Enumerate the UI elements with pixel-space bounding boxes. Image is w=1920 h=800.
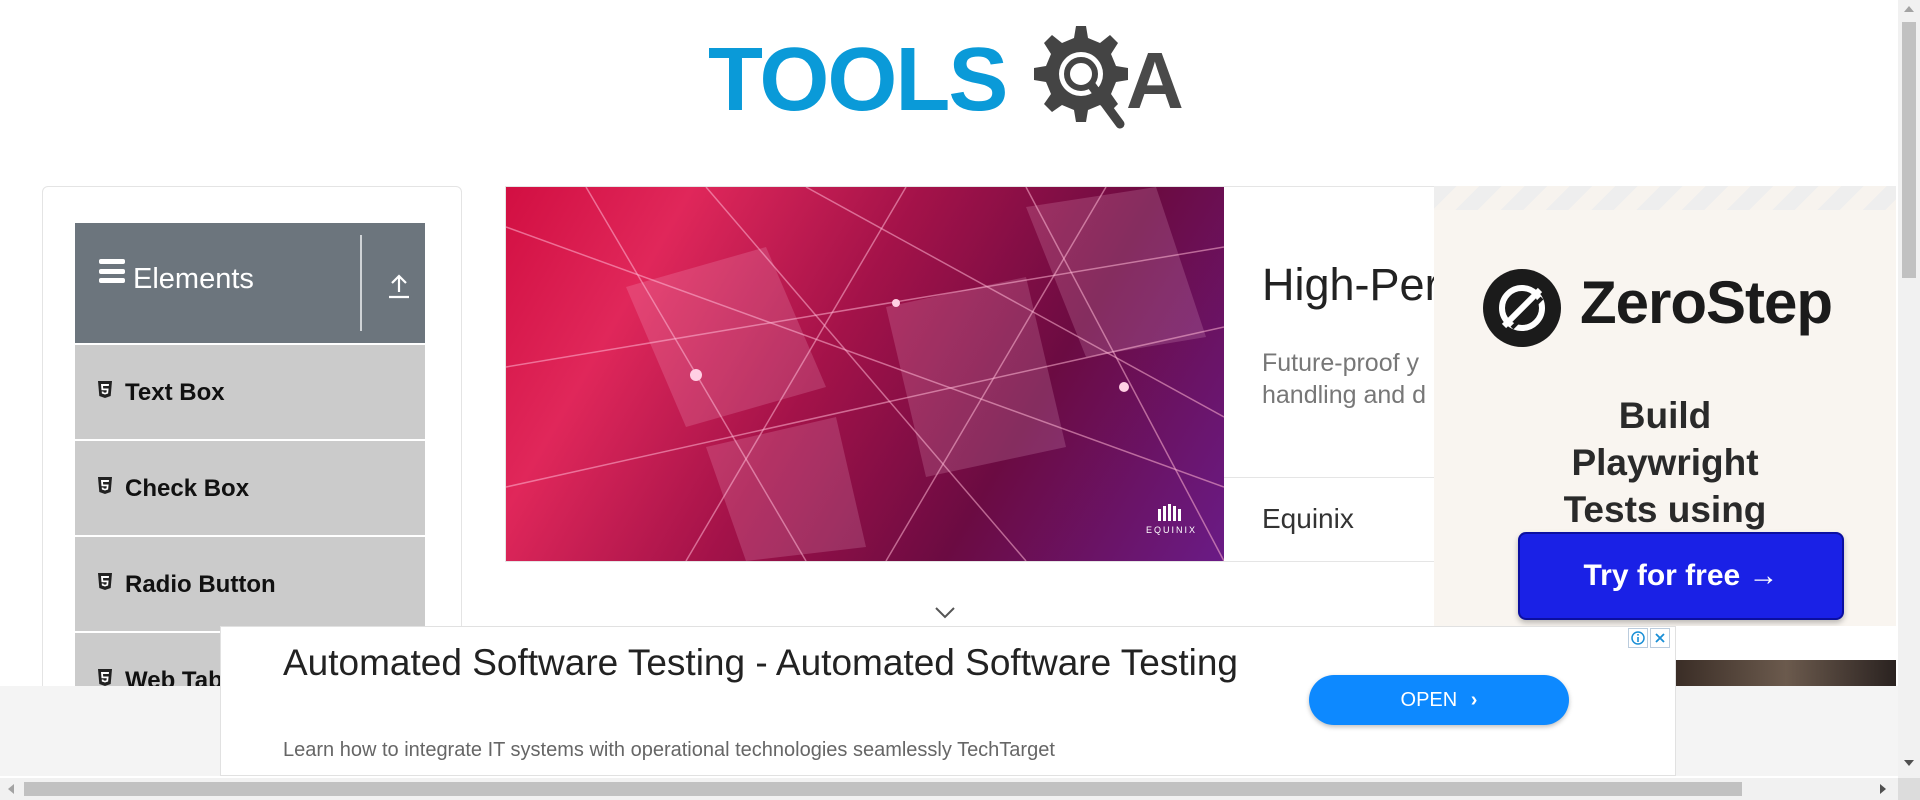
sidebar-item-radio-button[interactable]: Radio Button — [75, 537, 425, 633]
horizontal-scrollbar[interactable] — [0, 778, 1898, 800]
scrollbar-corner — [1898, 778, 1920, 800]
chevron-down-icon[interactable] — [934, 606, 956, 620]
equinix-watermark: EQUINIX — [1146, 525, 1197, 535]
toolsqa-logo[interactable]: TOOLS A — [708, 22, 1194, 134]
close-icon[interactable] — [1650, 628, 1670, 648]
open-button-label: OPEN — [1400, 689, 1458, 711]
ad-top-pattern — [1434, 186, 1896, 210]
open-button[interactable]: OPEN › — [1309, 675, 1569, 725]
ad-description: Future-proof y handling and d — [1262, 349, 1427, 409]
scroll-up-icon[interactable] — [1904, 6, 1914, 12]
scroll-left-icon[interactable] — [8, 784, 14, 794]
banner-ad-title[interactable]: Automated Software Testing - Automated S… — [283, 639, 1263, 687]
ad-choices[interactable] — [1628, 628, 1672, 648]
group-title: Elements — [133, 263, 254, 295]
html5-icon — [98, 381, 112, 398]
logo-text-a: A — [1126, 36, 1184, 125]
ad-thumbnail[interactable] — [1676, 660, 1896, 688]
zerostep-logo-icon — [1483, 269, 1561, 347]
ad-brand[interactable]: Equinix — [1262, 503, 1354, 535]
logo-text-tools: TOOLS — [708, 30, 1006, 130]
ad-headline[interactable]: High-Per — [1262, 259, 1440, 311]
header-divider — [360, 235, 362, 331]
elements-group-header[interactable]: Elements — [75, 223, 425, 343]
sidebar-item-label: Text Box — [125, 379, 225, 406]
zerostep-ad[interactable]: ZeroStep Build Playwright Tests using AI… — [1434, 186, 1896, 626]
zerostep-brand: ZeroStep — [1580, 269, 1833, 336]
ad-image[interactable]: EQUINIX — [506, 187, 1224, 561]
sidebar-item-text-box[interactable]: Text Box — [75, 345, 425, 441]
html5-icon — [98, 477, 112, 494]
sidebar-item-label: Check Box — [125, 475, 250, 502]
scroll-down-icon[interactable] — [1904, 760, 1914, 766]
gear-magnifier-icon — [1034, 26, 1128, 129]
sidebar-item-label: Radio Button — [125, 571, 276, 598]
chevron-right-icon: › — [1470, 689, 1478, 711]
upload-icon[interactable] — [387, 273, 411, 299]
abstract-glass-image: EQUINIX — [506, 187, 1224, 561]
equinix-logo-icon — [1158, 504, 1181, 521]
info-icon[interactable] — [1628, 628, 1648, 648]
vertical-scrollbar-thumb[interactable] — [1902, 22, 1916, 278]
try-for-free-button[interactable]: Try for free → — [1518, 532, 1844, 620]
horizontal-scrollbar-thumb[interactable] — [24, 782, 1742, 796]
scroll-right-icon[interactable] — [1880, 784, 1886, 794]
menu-icon — [99, 259, 125, 283]
bottom-banner-ad[interactable]: Automated Software Testing - Automated S… — [220, 626, 1676, 776]
sidebar-item-check-box[interactable]: Check Box — [75, 441, 425, 537]
vertical-scrollbar[interactable] — [1898, 0, 1920, 778]
html5-icon — [98, 573, 112, 590]
html5-icon — [98, 669, 112, 686]
banner-ad-subtitle: Learn how to integrate IT systems with o… — [283, 739, 1055, 761]
